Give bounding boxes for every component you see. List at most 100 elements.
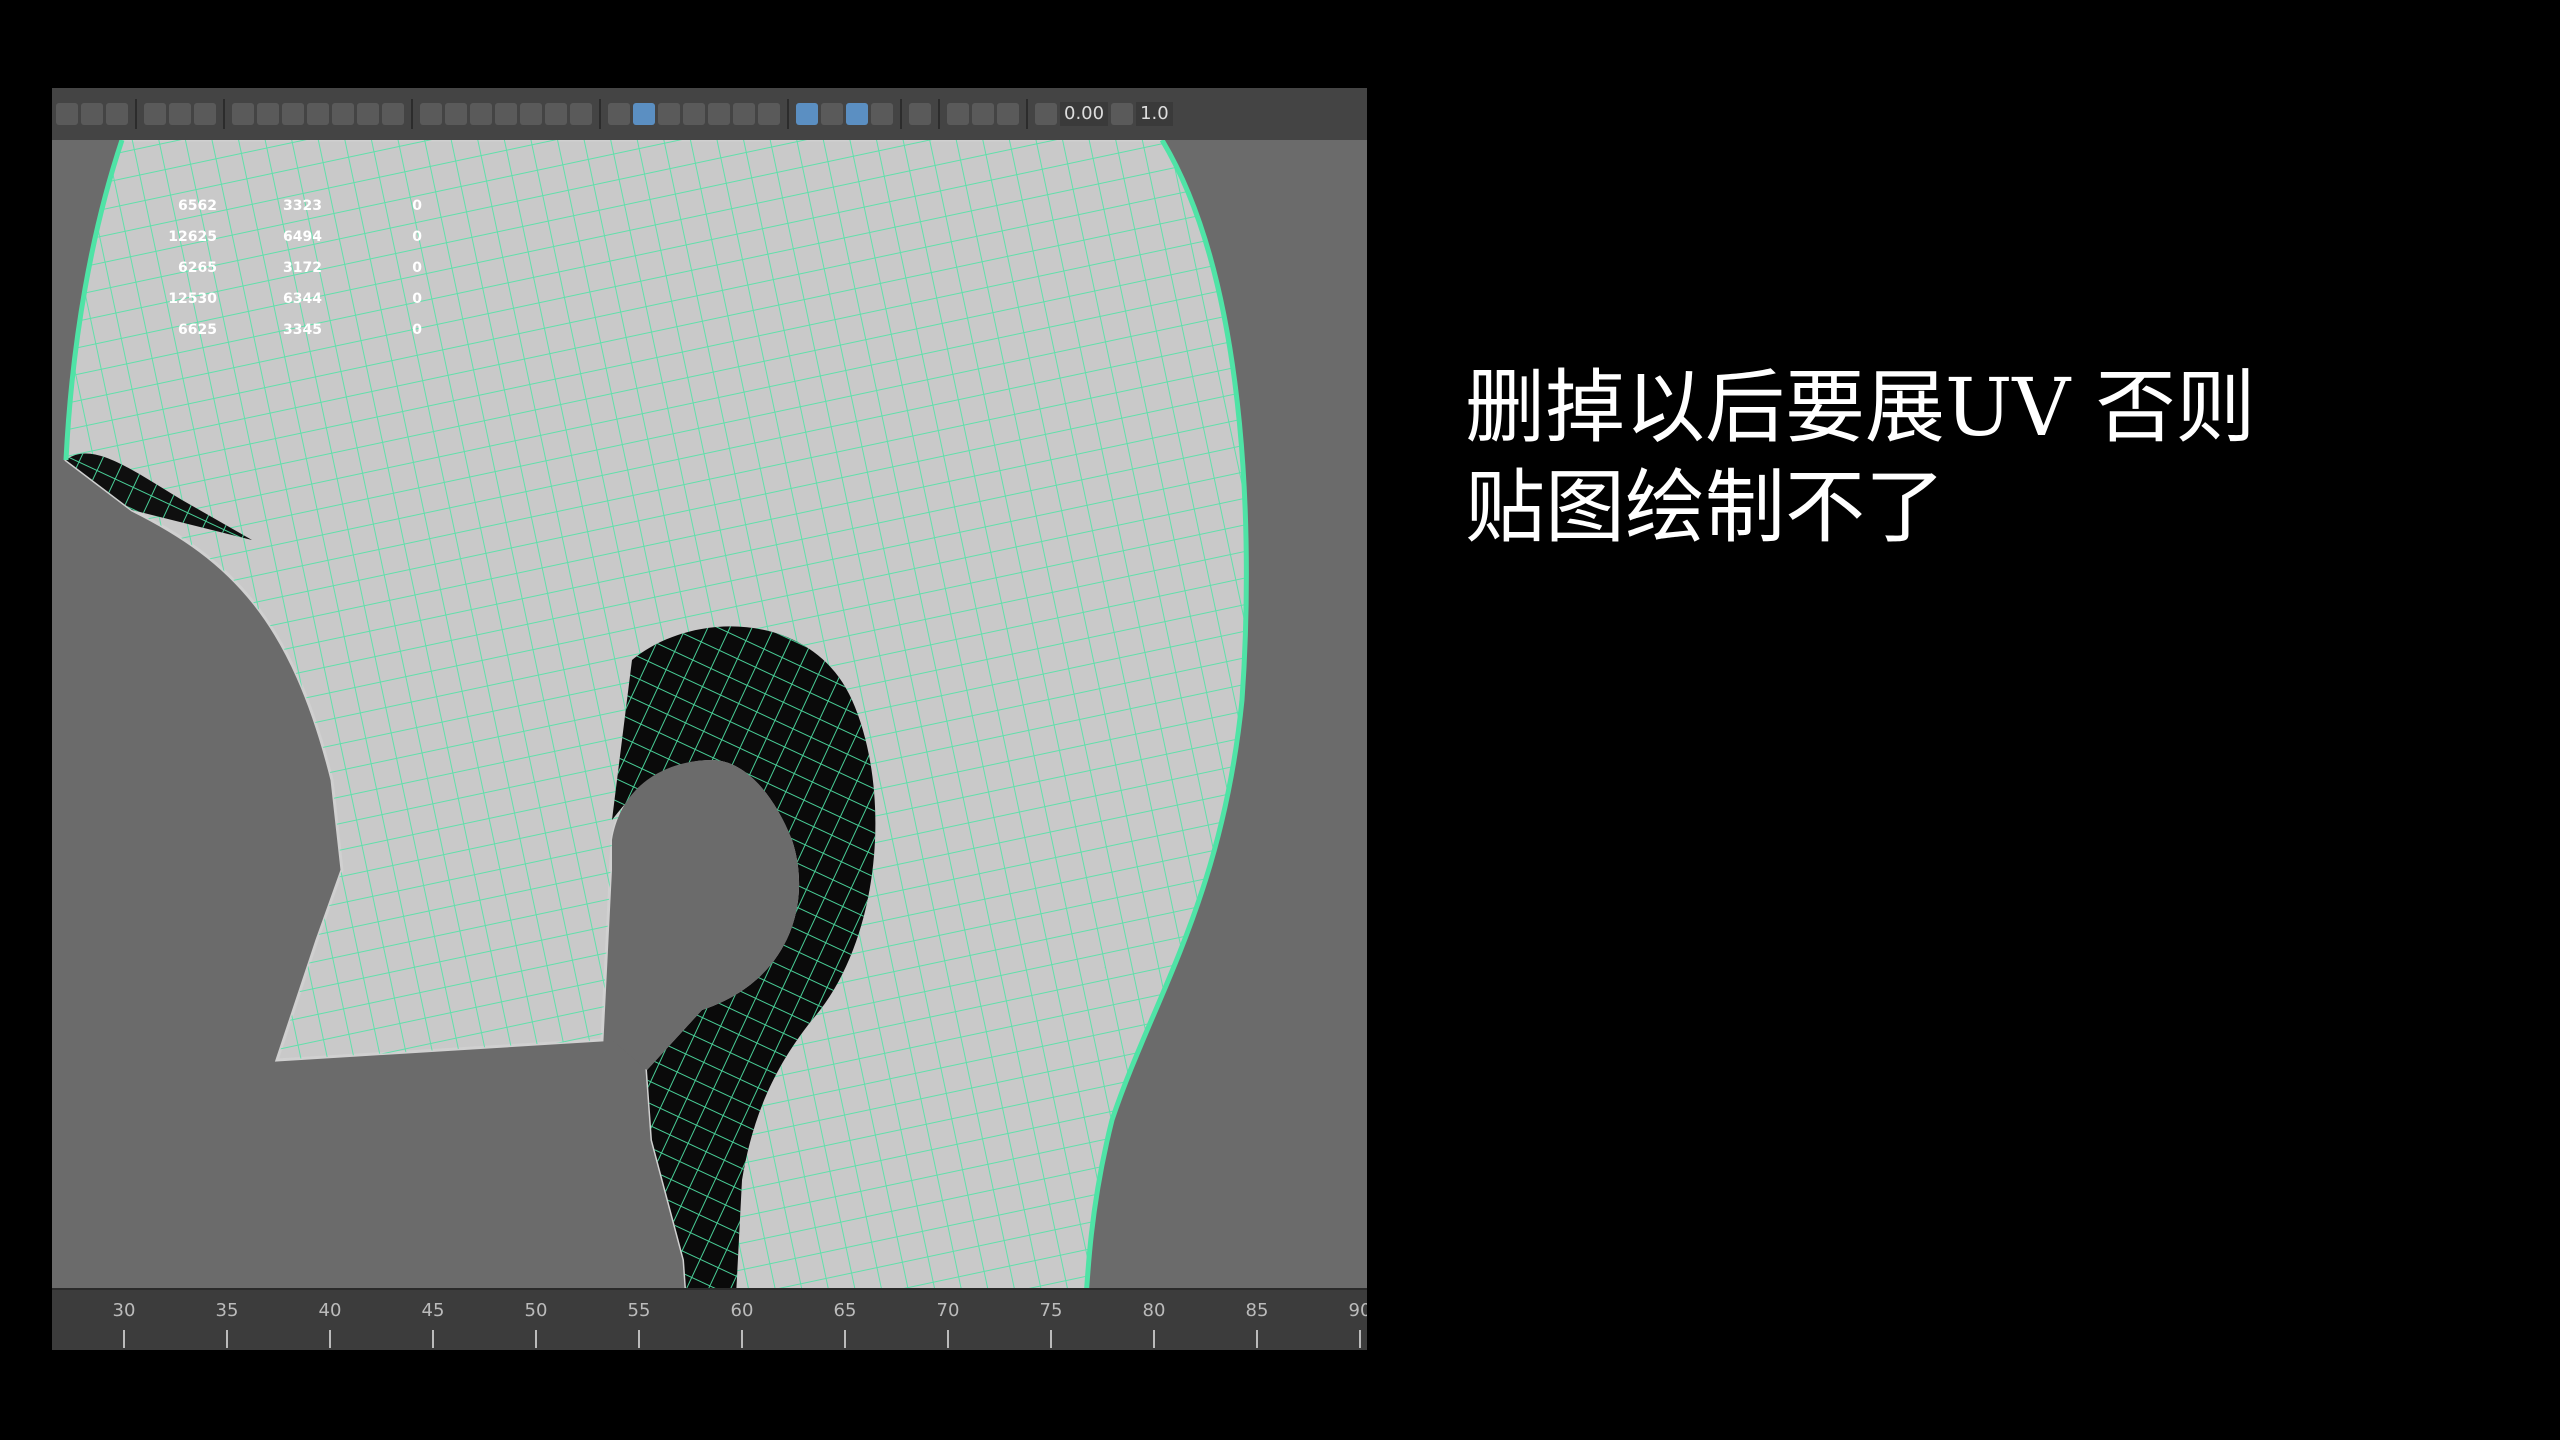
hud-row: 6562 3323 0 — [112, 190, 422, 221]
toolbar-separator — [223, 99, 225, 129]
toolbar-tool-icon[interactable] — [733, 103, 755, 125]
toolbar-tool-icon[interactable] — [382, 103, 404, 125]
toolbar-tool-icon[interactable] — [144, 103, 166, 125]
timeline-tick-label: 35 — [215, 1300, 239, 1321]
timeline-tick — [123, 1330, 125, 1348]
toolbar-tool-icon[interactable] — [1111, 103, 1134, 125]
toolbar-tool-icon[interactable] — [633, 103, 655, 125]
hud-value: 3323 — [283, 197, 322, 214]
status-toolbar: 0.00 1.0 — [52, 88, 1367, 140]
persp-viewport[interactable]: 6562 3323 0 12625 6494 0 6265 3172 0 12530 6344 0 66… — [52, 140, 1367, 1350]
time-slider[interactable]: 30 35 40 45 50 55 60 65 70 75 80 85 90 — [52, 1288, 1367, 1350]
toolbar-tool-icon[interactable] — [257, 103, 279, 125]
value-field[interactable]: 0.00 — [1060, 102, 1109, 126]
hud-row: 12530 6344 0 — [112, 283, 422, 314]
toolbar-tool-icon[interactable] — [232, 103, 254, 125]
toolbar-tool-icon[interactable] — [909, 103, 931, 125]
timeline-tick — [1256, 1330, 1258, 1348]
timeline-tick-label: 40 — [318, 1300, 342, 1321]
toolbar-separator — [900, 99, 902, 129]
hud-value: 6494 — [283, 228, 322, 245]
toolbar-separator — [1026, 99, 1028, 129]
timeline-tick-label: 80 — [1142, 1300, 1166, 1321]
toolbar-tool-icon[interactable] — [332, 103, 354, 125]
toolbar-tool-icon[interactable] — [106, 103, 128, 125]
toolbar-tool-icon[interactable] — [972, 103, 994, 125]
timeline-tick — [1359, 1330, 1361, 1348]
toolbar-tool-icon[interactable] — [307, 103, 329, 125]
toolbar-separator — [135, 99, 137, 129]
toolbar-separator — [411, 99, 413, 129]
timeline-tick — [329, 1330, 331, 1348]
toolbar-tool-icon[interactable] — [997, 103, 1019, 125]
timeline-tick — [226, 1330, 228, 1348]
toolbar-tool-icon[interactable] — [1035, 103, 1057, 125]
caption-line-2: 贴图绘制不了 — [1465, 461, 1945, 554]
toolbar-tool-icon[interactable] — [545, 103, 567, 125]
timeline-tick — [844, 1330, 846, 1348]
toolbar-tool-icon[interactable] — [658, 103, 680, 125]
timeline-tick-label: 85 — [1245, 1300, 1269, 1321]
toolbar-tool-icon[interactable] — [947, 103, 969, 125]
hud-value: 12530 — [168, 290, 217, 307]
timeline-tick — [432, 1330, 434, 1348]
toolbar-tool-icon[interactable] — [520, 103, 542, 125]
timeline-tick — [638, 1330, 640, 1348]
hud-value: 12625 — [168, 228, 217, 245]
timeline-tick-label: 90 — [1348, 1300, 1367, 1321]
caption-line-1: 删掉以后要展UV 否则 — [1465, 361, 2256, 454]
toolbar-tool-icon[interactable] — [282, 103, 304, 125]
timeline-tick-label: 60 — [730, 1300, 754, 1321]
toolbar-separator — [787, 99, 789, 129]
toolbar-tool-icon[interactable] — [194, 103, 216, 125]
value-field-2[interactable]: 1.0 — [1136, 102, 1173, 126]
toolbar-tool-icon[interactable] — [445, 103, 467, 125]
hud-value: 0 — [412, 259, 422, 276]
toolbar-tool-icon[interactable] — [796, 103, 818, 125]
timeline-tick — [741, 1330, 743, 1348]
caption-text: 删掉以后要展UV 否则 贴图绘制不了 — [1465, 358, 2256, 558]
toolbar-separator — [938, 99, 940, 129]
timeline-tick-label: 75 — [1039, 1300, 1063, 1321]
hud-row: 6625 3345 0 — [112, 314, 422, 345]
hud-value: 3345 — [283, 321, 322, 338]
hud-value: 6625 — [178, 321, 217, 338]
timeline-tick-label: 55 — [627, 1300, 651, 1321]
toolbar-tool-icon[interactable] — [758, 103, 780, 125]
toolbar-tool-icon[interactable] — [169, 103, 191, 125]
hud-row: 6265 3172 0 — [112, 252, 422, 283]
hud-value: 0 — [412, 321, 422, 338]
timeline-tick — [535, 1330, 537, 1348]
toolbar-tool-icon[interactable] — [608, 103, 630, 125]
hud-value: 6562 — [178, 197, 217, 214]
timeline-tick-label: 70 — [936, 1300, 960, 1321]
toolbar-tool-icon[interactable] — [495, 103, 517, 125]
hud-value: 6265 — [178, 259, 217, 276]
maya-window: 0.00 1.0 6562 3323 0 12625 6494 0 6265 3… — [52, 88, 1367, 1350]
toolbar-tool-icon[interactable] — [846, 103, 868, 125]
toolbar-tool-icon[interactable] — [570, 103, 592, 125]
toolbar-tool-icon[interactable] — [56, 103, 78, 125]
toolbar-tool-icon[interactable] — [81, 103, 103, 125]
hud-value: 3172 — [283, 259, 322, 276]
toolbar-separator — [599, 99, 601, 129]
toolbar-tool-icon[interactable] — [420, 103, 442, 125]
hud-row: 12625 6494 0 — [112, 221, 422, 252]
toolbar-tool-icon[interactable] — [708, 103, 730, 125]
hud-value: 0 — [412, 290, 422, 307]
timeline-tick-label: 45 — [421, 1300, 445, 1321]
timeline-tick-label: 65 — [833, 1300, 857, 1321]
toolbar-tool-icon[interactable] — [871, 103, 893, 125]
toolbar-tool-icon[interactable] — [470, 103, 492, 125]
timeline-tick-label: 30 — [112, 1300, 136, 1321]
timeline-tick — [1050, 1330, 1052, 1348]
toolbar-tool-icon[interactable] — [821, 103, 843, 125]
timeline-tick-label: 50 — [524, 1300, 548, 1321]
toolbar-tool-icon[interactable] — [357, 103, 379, 125]
timeline-tick — [1153, 1330, 1155, 1348]
toolbar-tool-icon[interactable] — [683, 103, 705, 125]
timeline-tick — [947, 1330, 949, 1348]
hud-value: 6344 — [283, 290, 322, 307]
poly-count-hud: 6562 3323 0 12625 6494 0 6265 3172 0 12530 6344 0 66… — [112, 190, 422, 345]
hud-value: 0 — [412, 228, 422, 245]
